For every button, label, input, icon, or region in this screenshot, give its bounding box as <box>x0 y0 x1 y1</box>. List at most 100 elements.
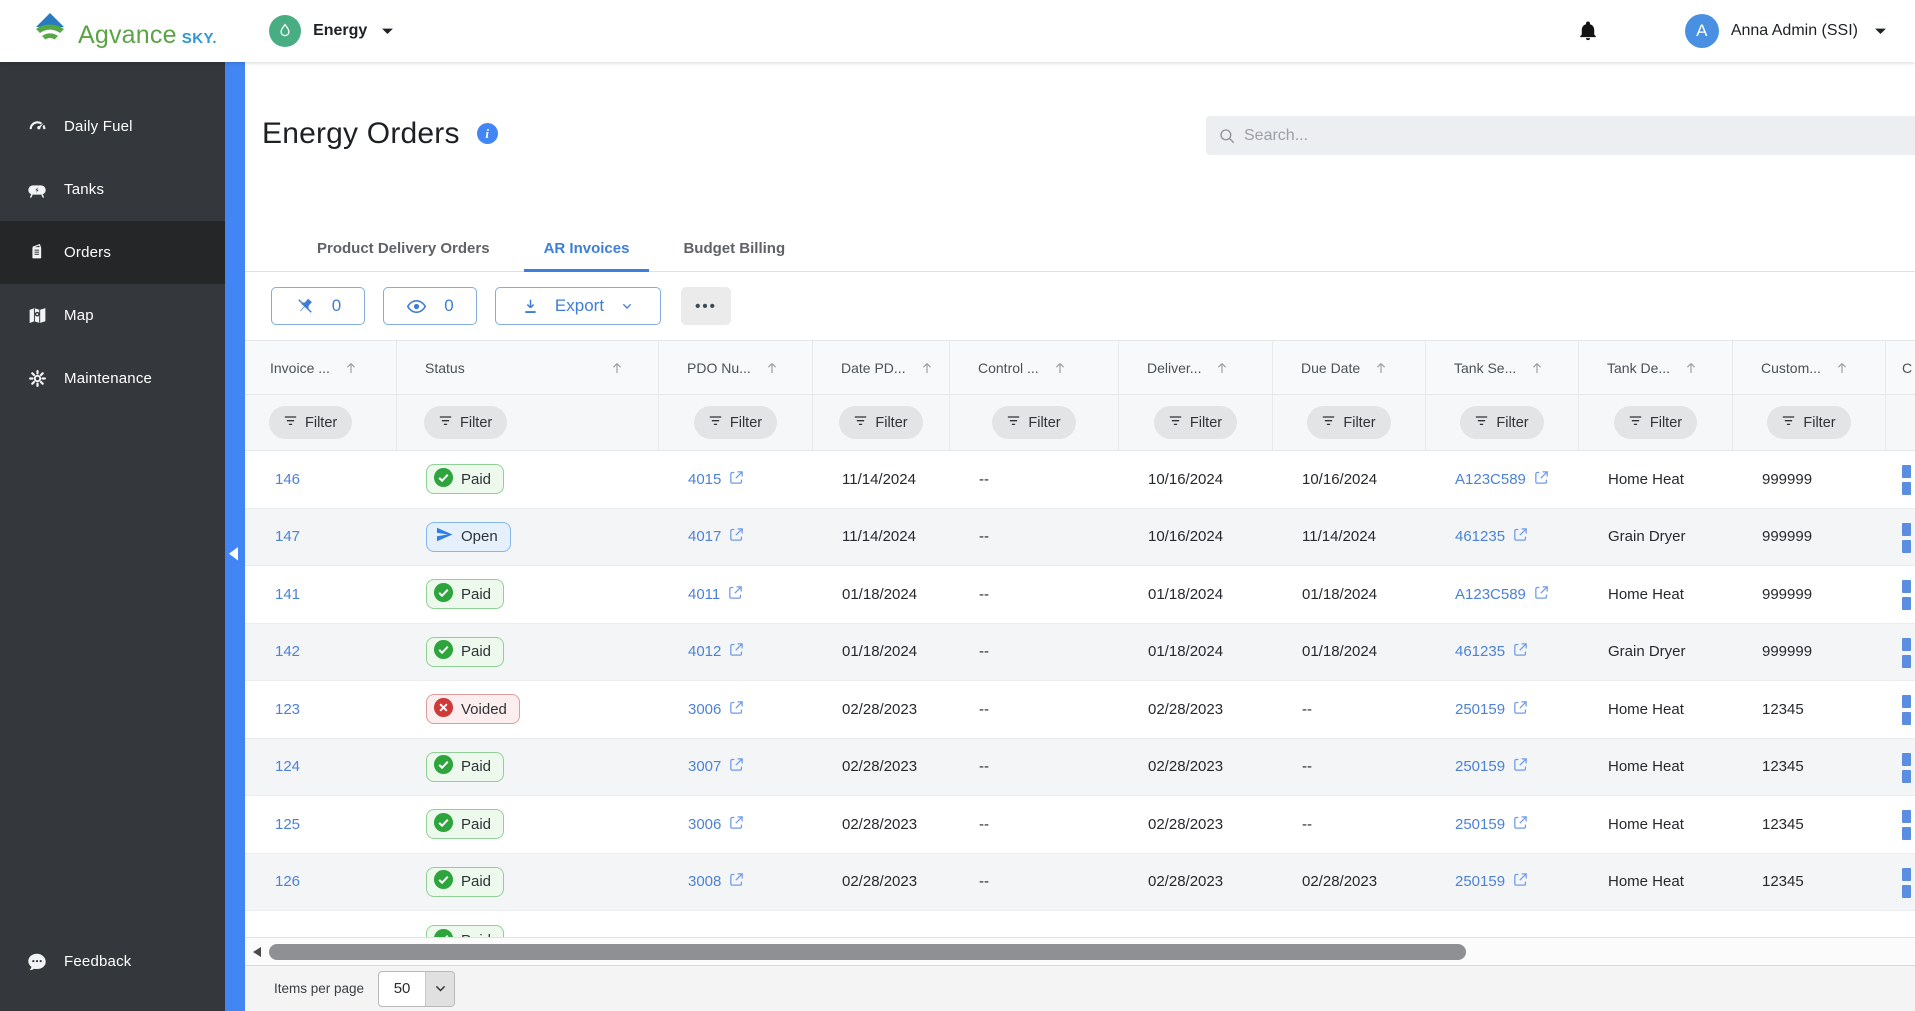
column-header-tank-se[interactable]: Tank Se... <box>1426 341 1579 394</box>
pinned-rows-button[interactable]: 0 <box>271 287 365 325</box>
tank-serial-link[interactable]: 250159 <box>1455 871 1529 892</box>
sort-arrow-icon[interactable] <box>1531 361 1543 375</box>
column-header-pdo-nu[interactable]: PDO Nu... <box>659 341 813 394</box>
external-link-icon[interactable] <box>728 814 745 835</box>
external-link-icon[interactable] <box>727 584 744 605</box>
external-link-icon[interactable] <box>1512 641 1529 662</box>
invoice-link[interactable]: 124 <box>275 758 300 775</box>
external-link-icon[interactable] <box>728 526 745 547</box>
filter-button[interactable]: Filter <box>693 406 778 439</box>
tank-serial-link[interactable]: A123C589 <box>1455 469 1550 490</box>
tank-serial-link[interactable]: A123C589 <box>1455 584 1550 605</box>
notifications-bell-icon[interactable] <box>1577 20 1599 42</box>
pdo-number-link[interactable]: 3006 <box>688 699 745 720</box>
sidebar-collapse-handle[interactable] <box>229 547 238 561</box>
external-link-icon[interactable] <box>728 756 745 777</box>
column-header-tank-de[interactable]: Tank De... <box>1579 341 1733 394</box>
sidebar-item-maintenance[interactable]: Maintenance <box>0 347 225 410</box>
sidebar-item-map[interactable]: Map <box>0 284 225 347</box>
pdo-number-link[interactable]: 4015 <box>688 469 745 490</box>
sort-arrow-icon[interactable] <box>921 361 933 375</box>
horizontal-scrollbar[interactable] <box>245 937 1915 965</box>
sort-arrow-icon[interactable] <box>1054 361 1066 375</box>
tab-budget-billing[interactable]: Budget Billing <box>663 225 805 272</box>
filter-button[interactable]: Filter <box>269 406 353 439</box>
tab-ar-invoices[interactable]: AR Invoices <box>523 225 650 272</box>
filter-button[interactable]: Filter <box>1307 406 1391 439</box>
column-header-invoice[interactable]: Invoice ... <box>245 341 397 394</box>
sort-arrow-icon[interactable] <box>1216 361 1228 375</box>
invoice-link[interactable]: 123 <box>275 701 300 718</box>
external-link-icon[interactable] <box>1533 584 1550 605</box>
sort-arrow-icon[interactable] <box>1375 361 1387 375</box>
invoice-link[interactable]: 147 <box>275 528 300 545</box>
column-header-status[interactable]: Status <box>397 341 659 394</box>
filter-button[interactable]: Filter <box>424 406 508 439</box>
filter-button[interactable]: Filter <box>1460 406 1544 439</box>
pdo-number-link[interactable]: 3006 <box>688 814 745 835</box>
page-head: Energy Orders i <box>245 62 1915 225</box>
sidebar-item-tanks[interactable]: Tanks <box>0 158 225 221</box>
external-link-icon[interactable] <box>1512 756 1529 777</box>
external-link-icon[interactable] <box>1512 699 1529 720</box>
external-link-icon[interactable] <box>1512 871 1529 892</box>
more-options-button[interactable]: ••• <box>681 287 731 325</box>
external-link-icon[interactable] <box>1512 526 1529 547</box>
column-header-deliver[interactable]: Deliver... <box>1119 341 1273 394</box>
search-input[interactable] <box>1244 126 1872 145</box>
export-button[interactable]: Export <box>495 287 661 325</box>
column-header-due-date[interactable]: Due Date <box>1273 341 1426 394</box>
tank-description-cell: Home Heat <box>1579 566 1733 623</box>
user-menu[interactable]: A Anna Admin (SSI) <box>1684 14 1887 48</box>
filter-button[interactable]: Filter <box>1767 406 1851 439</box>
sort-arrow-icon[interactable] <box>1685 361 1697 375</box>
pdo-number-link[interactable]: 3008 <box>688 871 745 892</box>
external-link-icon[interactable] <box>728 699 745 720</box>
invoice-link[interactable]: 142 <box>275 643 300 660</box>
pdo-number-link[interactable]: 4011 <box>688 584 744 605</box>
pdo-number-link[interactable]: 4012 <box>688 641 745 662</box>
sidebar-item-feedback[interactable]: Feedback <box>0 930 225 993</box>
tank-serial-link[interactable]: 461235 <box>1455 526 1529 547</box>
tab-product-delivery-orders[interactable]: Product Delivery Orders <box>297 225 510 272</box>
agvance-sky-logo[interactable]: Agvance SKY. <box>30 12 217 50</box>
delivery-date-cell: 01/18/2024 <box>1119 566 1273 623</box>
sort-arrow-icon[interactable] <box>345 361 357 375</box>
sort-arrow-icon[interactable] <box>1836 361 1848 375</box>
external-link-icon[interactable] <box>728 641 745 662</box>
items-per-page-select[interactable]: 50 <box>378 970 456 1007</box>
sort-arrow-icon[interactable] <box>766 361 778 375</box>
column-header-custom[interactable]: Custom... <box>1733 341 1886 394</box>
invoice-link[interactable]: 141 <box>275 586 300 603</box>
column-header-date-pd[interactable]: Date PD... <box>813 341 950 394</box>
invoice-link[interactable]: 146 <box>275 471 300 488</box>
external-link-icon[interactable] <box>1533 469 1550 490</box>
status-badge: Voided <box>426 694 520 725</box>
external-link-icon[interactable] <box>1512 814 1529 835</box>
visibility-button[interactable]: 0 <box>383 287 477 325</box>
filter-button[interactable]: Filter <box>839 406 923 439</box>
filter-button[interactable]: Filter <box>1613 406 1698 439</box>
scroll-left-arrow-icon[interactable] <box>253 947 261 957</box>
scrollbar-thumb[interactable] <box>269 944 1466 960</box>
product-switcher[interactable]: Energy <box>269 15 394 47</box>
external-link-icon[interactable] <box>728 469 745 490</box>
tank-serial-link[interactable]: 250159 <box>1455 756 1529 777</box>
sort-arrow-icon[interactable] <box>611 361 623 375</box>
tank-serial-link[interactable]: 250159 <box>1455 814 1529 835</box>
status-cell: Paid <box>397 796 659 853</box>
sidebar-item-orders[interactable]: Orders <box>0 221 225 284</box>
sidebar-item-daily-fuel[interactable]: Daily Fuel <box>0 95 225 158</box>
filter-button[interactable]: Filter <box>992 406 1076 439</box>
tank-serial-link[interactable]: 461235 <box>1455 641 1529 662</box>
invoice-link[interactable]: 125 <box>275 816 300 833</box>
tank-serial-link[interactable]: 250159 <box>1455 699 1529 720</box>
info-icon[interactable]: i <box>476 123 498 144</box>
column-header-control[interactable]: Control ... <box>950 341 1119 394</box>
pdo-number-link[interactable]: 3007 <box>688 756 745 777</box>
control-number-value: -- <box>979 585 989 603</box>
pdo-number-link[interactable]: 4017 <box>688 526 745 547</box>
external-link-icon[interactable] <box>728 871 745 892</box>
invoice-link[interactable]: 126 <box>275 873 300 890</box>
filter-button[interactable]: Filter <box>1153 406 1238 439</box>
